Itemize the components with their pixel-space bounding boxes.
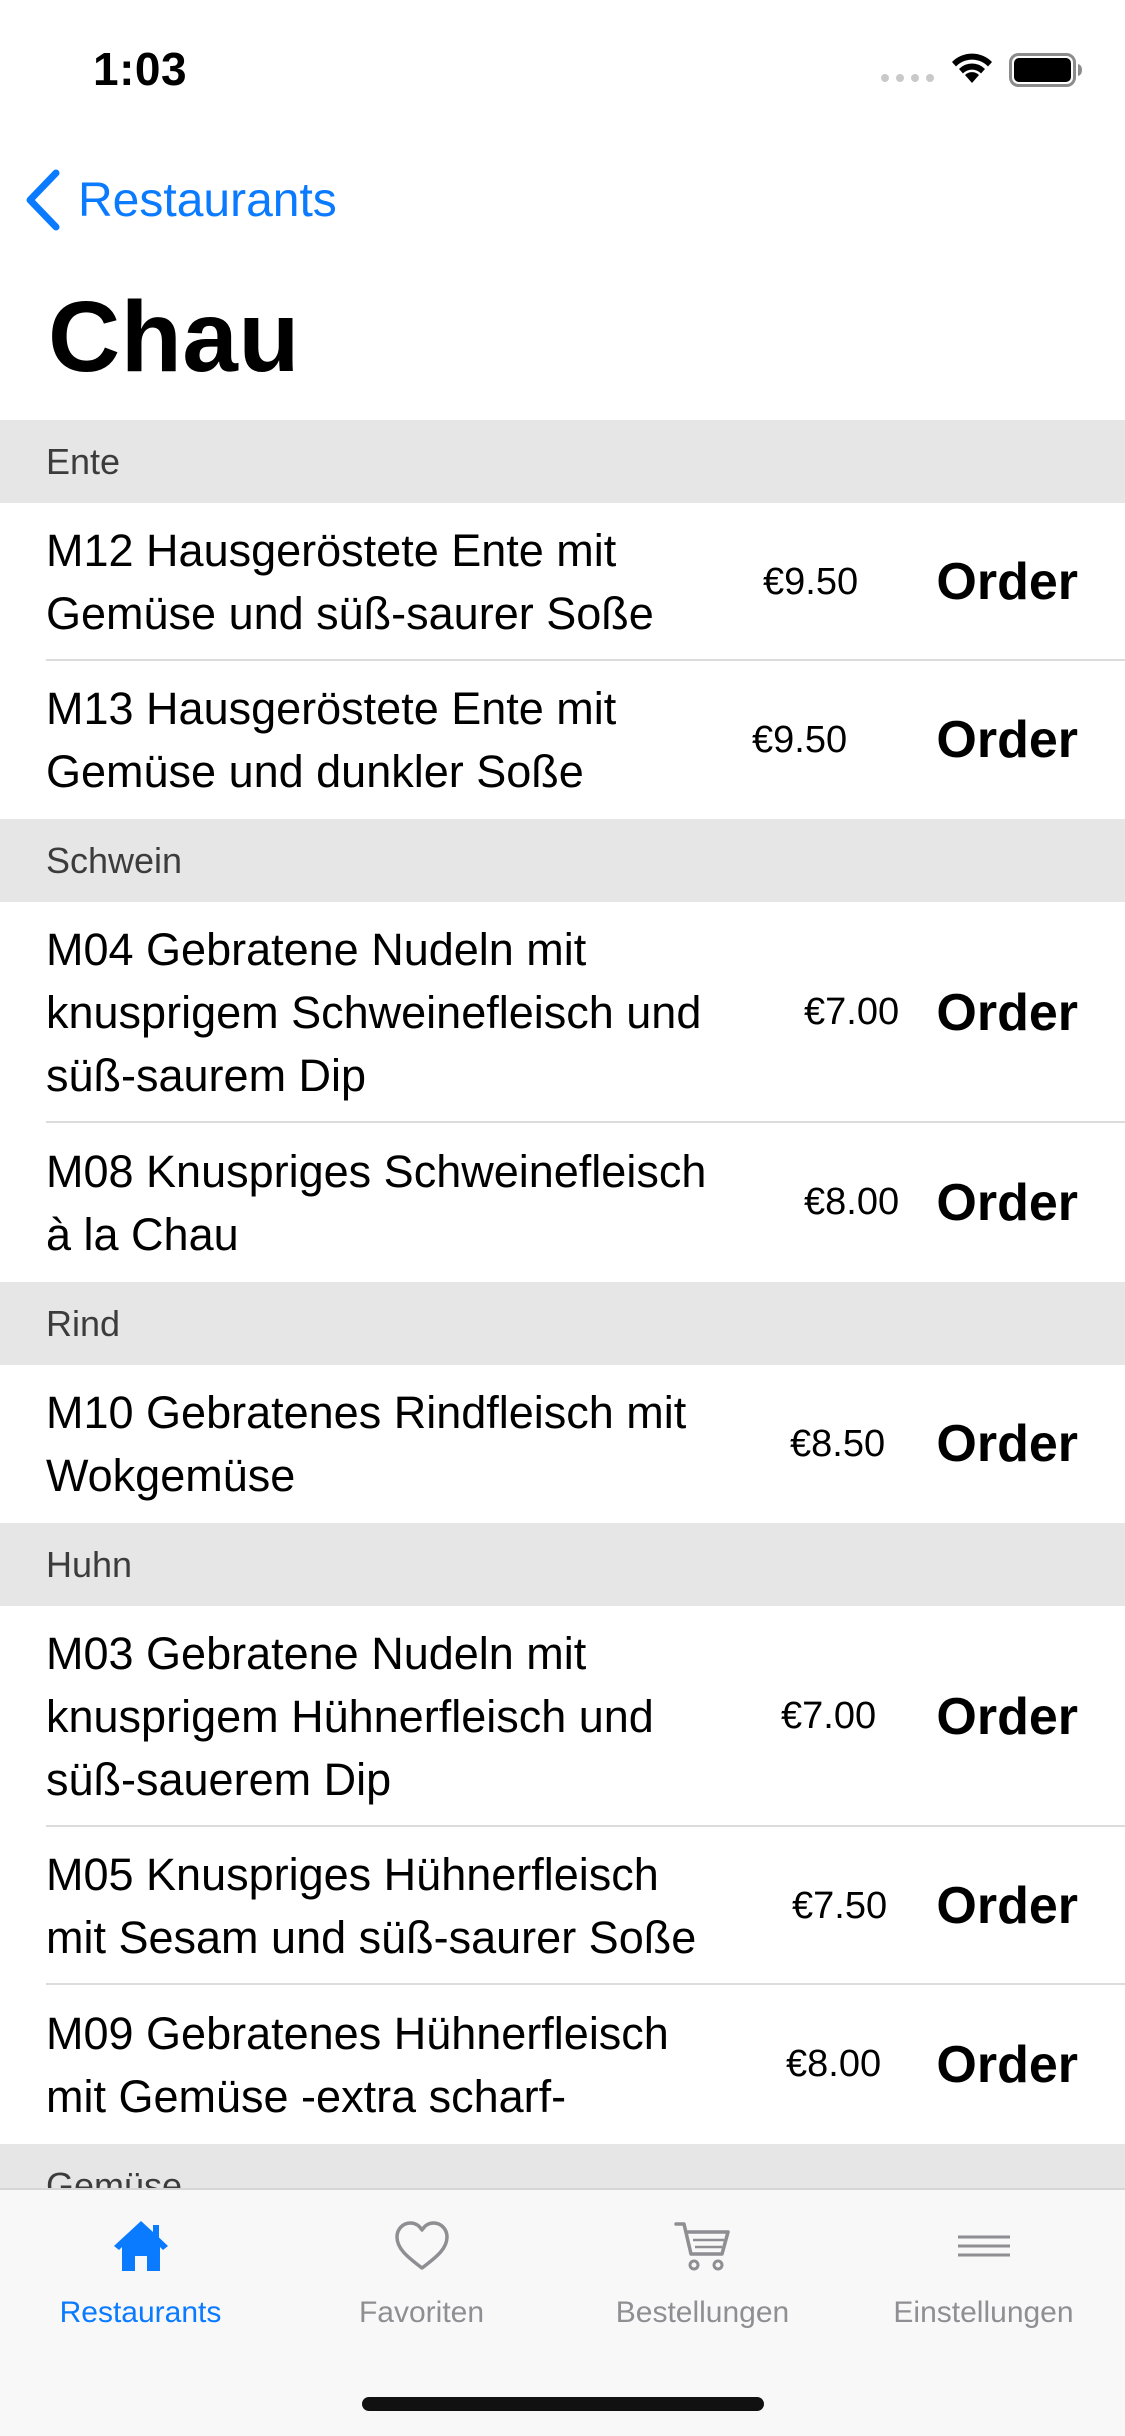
status-bar: 1:03 bbox=[0, 0, 1125, 132]
home-indicator bbox=[362, 2397, 764, 2411]
item-name: M10 Gebratenes Rindfleisch mit Wokgemüse bbox=[46, 1387, 687, 1501]
wifi-icon bbox=[952, 53, 992, 83]
tab-einstellungen[interactable]: Einstellungen bbox=[843, 2190, 1124, 2360]
house-icon bbox=[113, 2221, 168, 2271]
item-name: M05 Knuspriges Hühnerfleisch mit Sesam u… bbox=[46, 1849, 697, 1963]
section-header-gemuese: Gemüse bbox=[0, 2144, 1125, 2188]
menu-item-row[interactable]: M10 Gebratenes Rindfleisch mit Wokgemüse… bbox=[0, 1365, 1125, 1523]
item-price: €9.50 bbox=[752, 718, 848, 761]
menu-item-row[interactable]: M13 Hausgeröstete Ente mit Gemüse und du… bbox=[0, 661, 1125, 819]
chevron-left-icon bbox=[26, 169, 60, 231]
battery-icon bbox=[1009, 53, 1082, 87]
item-name: M08 Knuspriges Schweinefleisch à la Chau bbox=[46, 1145, 707, 1260]
page-title: Chau bbox=[48, 281, 300, 393]
menu-lines-icon bbox=[957, 2235, 1010, 2257]
tab-favoriten[interactable]: Favoriten bbox=[281, 2190, 562, 2360]
order-button[interactable]: Order bbox=[936, 1414, 1078, 1474]
heart-icon bbox=[394, 2221, 449, 2270]
section-header-rind: Rind bbox=[0, 1282, 1125, 1365]
tab-label: Restaurants bbox=[59, 2296, 222, 2329]
item-price: €7.50 bbox=[792, 1884, 888, 1927]
status-time: 1:03 bbox=[93, 43, 188, 95]
cellular-signal-icon bbox=[881, 74, 934, 82]
item-price: €9.50 bbox=[763, 560, 859, 603]
order-button[interactable]: Order bbox=[936, 1876, 1078, 1936]
item-price: €7.00 bbox=[804, 991, 900, 1033]
item-name: M03 Gebratene Nudeln mit knusprigem Hühn… bbox=[46, 1628, 654, 1805]
tab-label: Einstellungen bbox=[893, 2296, 1074, 2329]
menu-item-row[interactable]: M04 Gebratene Nudeln mit knusprigem Schw… bbox=[0, 902, 1125, 1123]
item-price: €8.50 bbox=[790, 1422, 886, 1465]
item-price: €8.00 bbox=[804, 1181, 900, 1223]
back-label: Restaurants bbox=[78, 173, 337, 227]
item-price: €7.00 bbox=[781, 1695, 877, 1737]
item-name: M04 Gebratene Nudeln mit knusprigem Schw… bbox=[46, 924, 702, 1101]
item-name: M12 Hausgeröstete Ente mit Gemüse und sü… bbox=[46, 525, 654, 639]
order-button[interactable]: Order bbox=[936, 2035, 1078, 2095]
order-button[interactable]: Order bbox=[936, 1687, 1078, 1747]
item-name: M13 Hausgeröstete Ente mit Gemüse und du… bbox=[46, 683, 617, 797]
menu-item-row[interactable]: M09 Gebratenes Hühnerfleisch mit Gemüse … bbox=[0, 1985, 1125, 2144]
menu-item-row[interactable]: M12 Hausgeröstete Ente mit Gemüse und sü… bbox=[0, 503, 1125, 661]
back-button[interactable]: Restaurants bbox=[24, 164, 337, 236]
section-header-schwein: Schwein bbox=[0, 819, 1125, 902]
menu-list[interactable]: Ente M12 Hausgeröstete Ente mit Gemüse u… bbox=[0, 420, 1125, 2188]
tab-label: Bestellungen bbox=[615, 2296, 790, 2329]
order-button[interactable]: Order bbox=[936, 1173, 1078, 1233]
tab-restaurants[interactable]: Restaurants bbox=[0, 2190, 281, 2360]
tab-bestellungen[interactable]: Bestellungen bbox=[562, 2190, 843, 2360]
order-button[interactable]: Order bbox=[936, 710, 1078, 770]
menu-item-row[interactable]: M05 Knuspriges Hühnerfleisch mit Sesam u… bbox=[0, 1827, 1125, 1985]
tab-label: Favoriten bbox=[358, 2296, 485, 2329]
order-button[interactable]: Order bbox=[936, 552, 1078, 612]
menu-item-row[interactable]: M03 Gebratene Nudeln mit knusprigem Hühn… bbox=[0, 1606, 1125, 1827]
item-name: M09 Gebratenes Hühnerfleisch mit Gemüse … bbox=[46, 2007, 669, 2122]
item-price: €8.00 bbox=[786, 2043, 882, 2085]
cart-icon bbox=[673, 2222, 730, 2271]
section-header-huhn: Huhn bbox=[0, 1523, 1125, 1606]
order-button[interactable]: Order bbox=[936, 983, 1078, 1043]
section-header-ente: Ente bbox=[0, 420, 1125, 503]
menu-item-row[interactable]: M08 Knuspriges Schweinefleisch à la Chau… bbox=[0, 1123, 1125, 1282]
